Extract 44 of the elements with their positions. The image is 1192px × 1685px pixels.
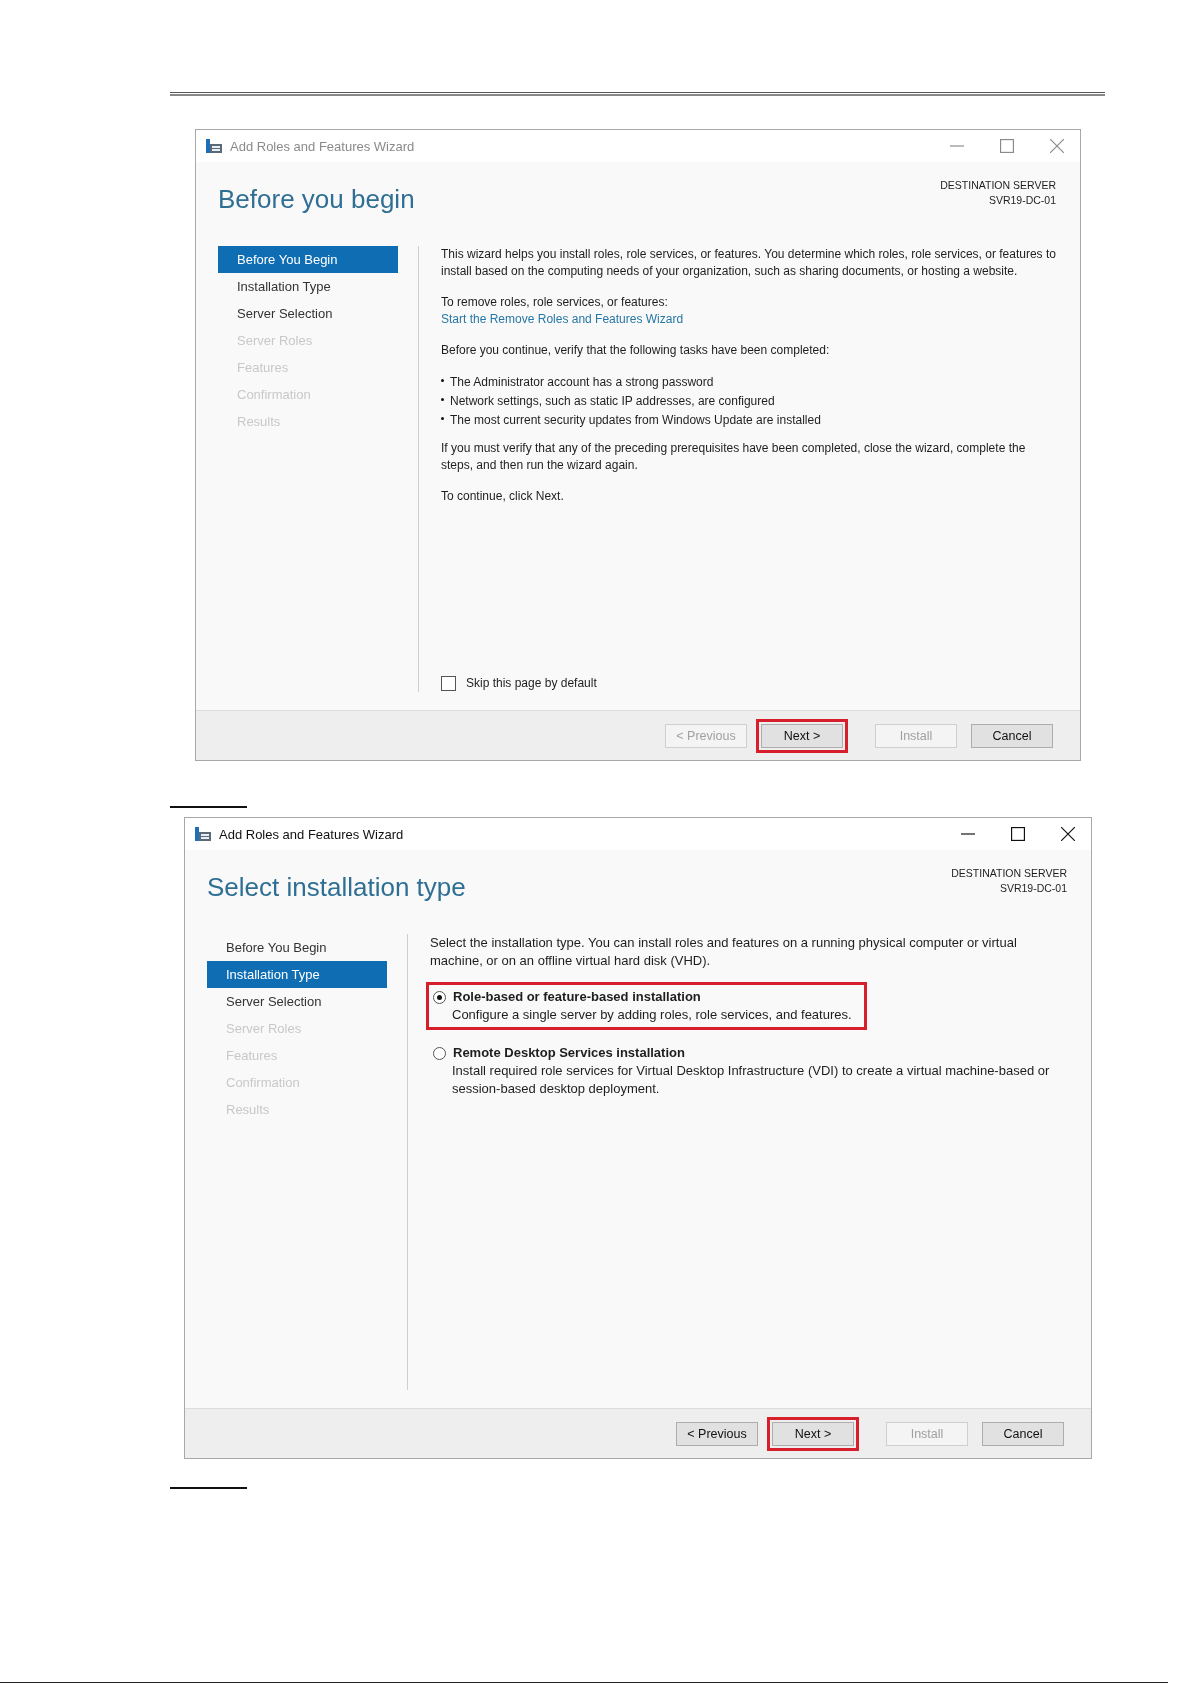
remove-wizard-link[interactable]: Start the Remove Roles and Features Wizard: [441, 311, 684, 328]
wizard-step[interactable]: Installation Type: [207, 961, 387, 988]
wizard-step[interactable]: Server Selection: [218, 300, 398, 327]
server-manager-icon: [195, 827, 211, 841]
checkbox-label[interactable]: Skip this page by default: [466, 675, 597, 692]
wizard-button[interactable]: Cancel: [982, 1421, 1064, 1446]
server-manager-icon: [206, 139, 222, 153]
wizard-step[interactable]: Before You Begin: [207, 934, 387, 961]
destination-label: DESTINATION SERVER: [951, 866, 1067, 881]
wizard-step[interactable]: Installation Type: [218, 273, 398, 300]
wizard-button[interactable]: < Previous: [676, 1421, 758, 1446]
paragraph: Select the installation type. You can install roles and features on a running physical computer or virtual machine, or on an offline virtual hard disk (VHD).: [430, 934, 1018, 970]
wizard-button[interactable]: Next >: [772, 1421, 854, 1446]
wizard-step[interactable]: Server Selection: [207, 988, 387, 1015]
option-label[interactable]: Remote Desktop Services installation: [453, 1044, 685, 1062]
wizard-step[interactable]: Before You Begin: [218, 246, 398, 273]
maximize-icon[interactable]: [1011, 827, 1025, 841]
wizard-button[interactable]: Cancel: [971, 723, 1053, 748]
paragraph: This wizard helps you install roles, role services, or features. You determine which roles, role services, or features to install based on the computing needs of your organization, such as sharing documents, or hosting a website.: [441, 246, 1057, 280]
paragraph: Before you continue, verify that the following tasks have been completed:: [441, 342, 830, 359]
wizard-button[interactable]: Next >: [761, 723, 843, 748]
list-item: The most current security updates from Windows Update are installed: [450, 412, 821, 429]
server-name: SVR19-DC-01: [988, 193, 1056, 208]
paragraph: To continue, click Next.: [441, 488, 564, 505]
bullet-icon: [441, 397, 444, 401]
option-label[interactable]: Role-based or feature-based installation: [453, 988, 701, 1006]
paragraph: If you must verify that any of the preceding prerequisites have been completed, close the wizard, complete the steps, and then run the wizard again.: [441, 440, 1027, 474]
window-title: Add Roles and Features Wizard: [219, 826, 404, 842]
page-heading: Before you begin: [218, 184, 415, 216]
close-icon[interactable]: [1061, 827, 1075, 841]
window-title: Add Roles and Features Wizard: [230, 138, 415, 154]
page-heading: Select installation type: [207, 872, 466, 904]
destination-label: DESTINATION SERVER: [940, 178, 1056, 193]
list-item: Network settings, such as static IP addresses, are configured: [450, 393, 775, 410]
radio-button[interactable]: [433, 1046, 446, 1060]
bullet-icon: [441, 378, 444, 382]
server-name: SVR19-DC-01: [999, 881, 1067, 896]
bullet-icon: [441, 416, 444, 420]
option-description: Configure a single server by adding roles, role services, and features.: [451, 1006, 852, 1024]
list-item: The Administrator account has a strong password: [450, 374, 714, 391]
radio-button[interactable]: [433, 990, 446, 1004]
option-description: Install required role services for Virtual Desktop Infrastructure (VDI) to create a virtual machine-based or session-based desktop deployment.: [451, 1062, 1051, 1098]
checkbox[interactable]: [441, 676, 456, 691]
paragraph: To remove roles, role services, or features:: [441, 294, 669, 311]
